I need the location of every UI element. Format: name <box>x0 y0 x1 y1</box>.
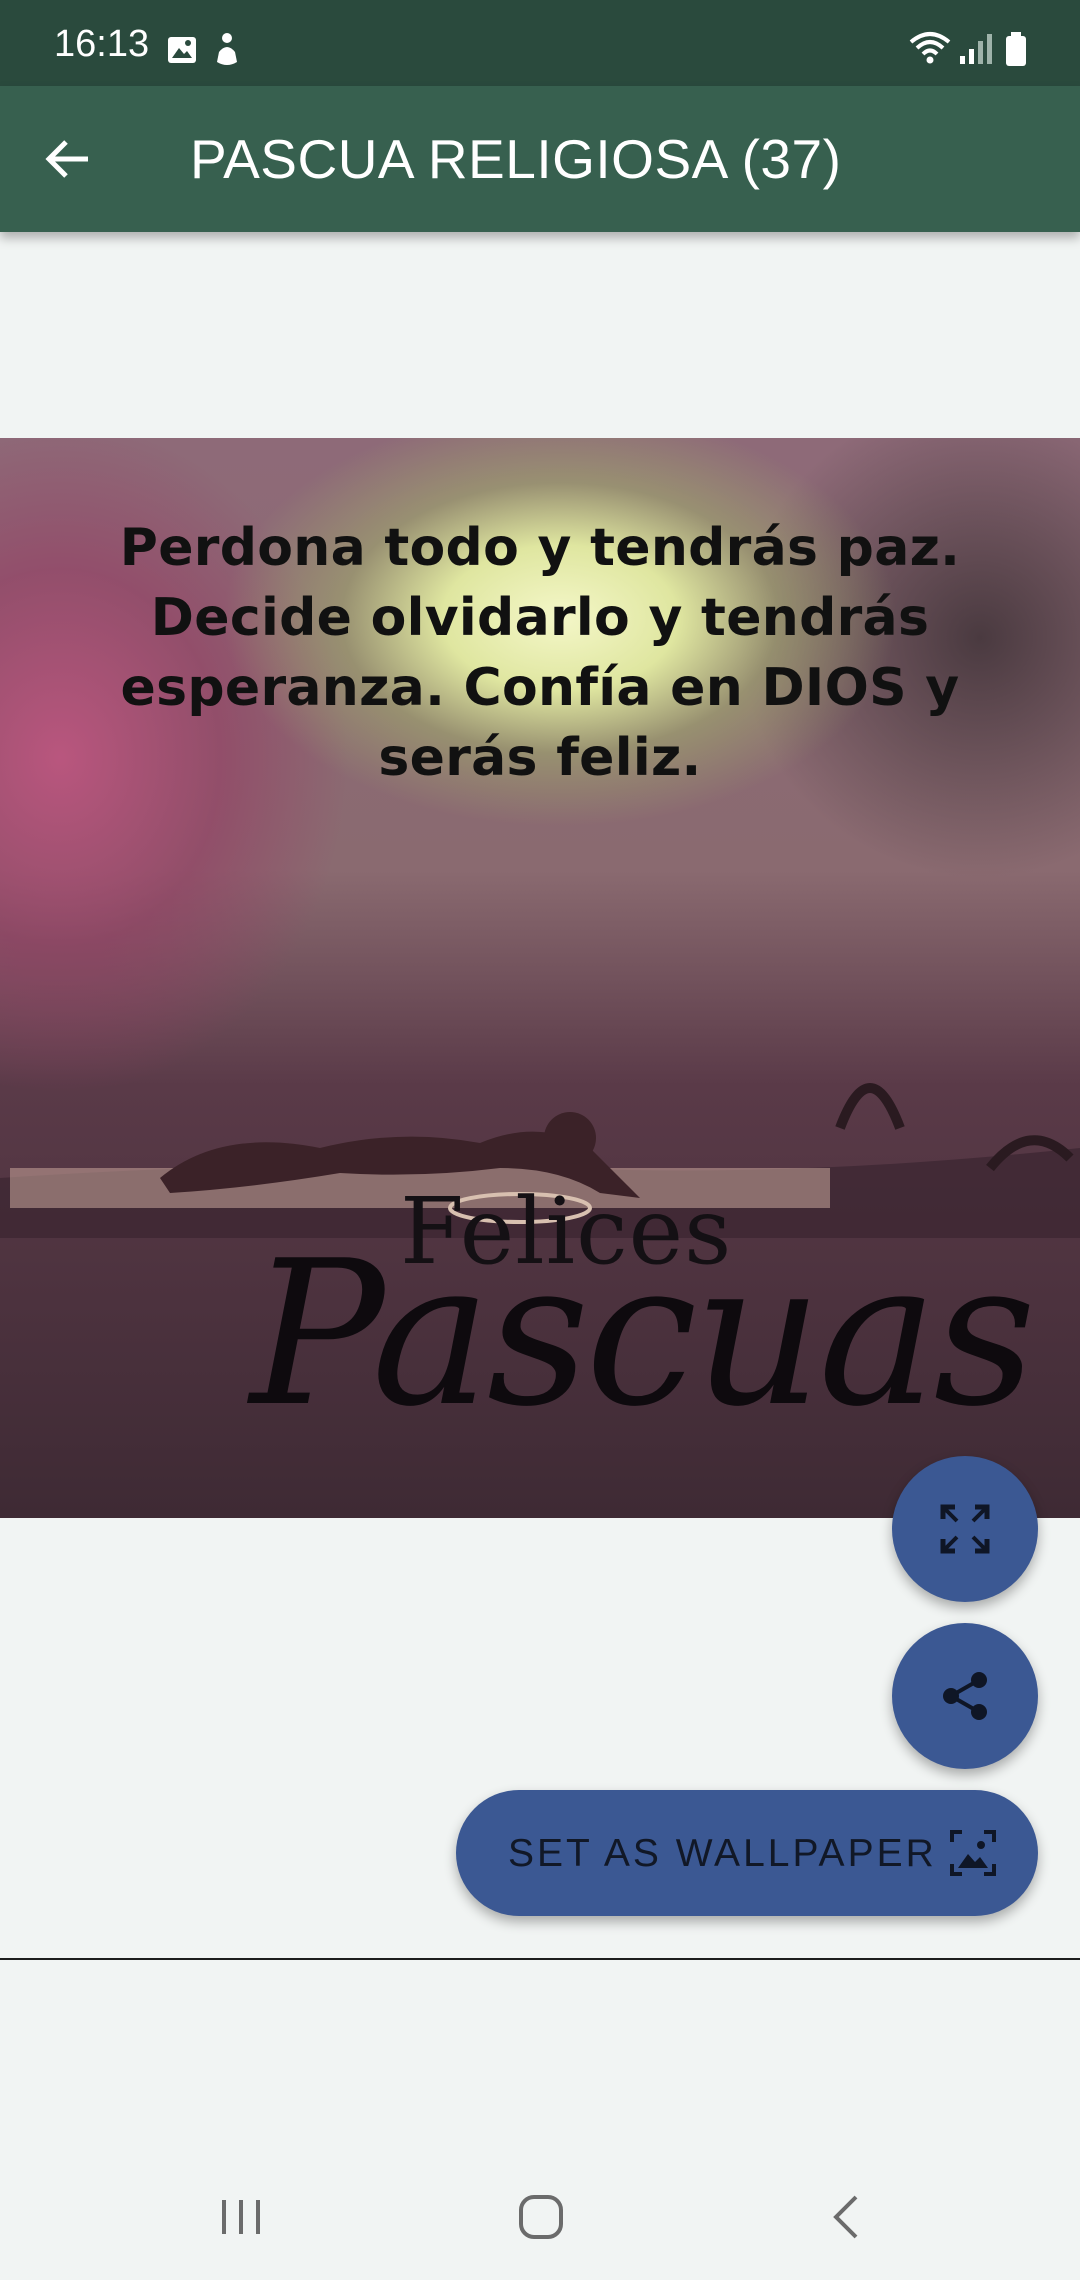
screen: 16:13 PASCUA RELIGIOSA (37) Perdona todo… <box>0 0 1080 2280</box>
wallpaper-icon <box>948 1828 998 1883</box>
quote-line: serás feliz. <box>378 728 702 788</box>
set-wallpaper-button[interactable]: SET AS WALLPAPER <box>456 1790 1038 1916</box>
system-back-button[interactable] <box>818 2188 876 2251</box>
arrow-back-icon <box>45 140 88 178</box>
greeting-bottom: Pascuas <box>250 1218 1036 1451</box>
battery-icon <box>1004 32 1028 73</box>
quote-text: Perdona todo y tendrás paz. Decide olvid… <box>80 513 1000 793</box>
back-icon <box>833 2195 858 2239</box>
navigation-bar <box>0 2150 1080 2280</box>
quote-line: esperanza. Confía en DIOS y <box>120 658 960 718</box>
fullscreen-button[interactable] <box>892 1456 1038 1602</box>
share-button[interactable] <box>892 1623 1038 1769</box>
set-wallpaper-label: SET AS WALLPAPER <box>508 1832 937 1875</box>
accessibility-icon <box>212 32 242 73</box>
wallpaper-image[interactable]: Perdona todo y tendrás paz. Decide olvid… <box>0 438 1080 1518</box>
status-bar: 16:13 <box>0 0 1080 86</box>
quote-line: Decide olvidarlo y tendrás <box>150 588 930 648</box>
status-time: 16:13 <box>54 23 150 65</box>
recents-button[interactable] <box>212 2188 270 2251</box>
share-icon <box>943 1672 987 1720</box>
recents-icon <box>222 2200 260 2234</box>
app-bar: PASCUA RELIGIOSA (37) <box>0 86 1080 232</box>
home-icon <box>519 2195 563 2239</box>
back-button[interactable] <box>36 127 100 191</box>
quote-line: Perdona todo y tendrás paz. <box>119 518 961 578</box>
signal-icon <box>958 32 994 71</box>
fullscreen-icon <box>940 1504 990 1554</box>
home-button[interactable] <box>512 2188 570 2251</box>
image-icon <box>166 34 198 71</box>
divider <box>0 1958 1080 1960</box>
page-title: PASCUA RELIGIOSA (37) <box>190 128 842 190</box>
wifi-icon <box>908 30 952 71</box>
